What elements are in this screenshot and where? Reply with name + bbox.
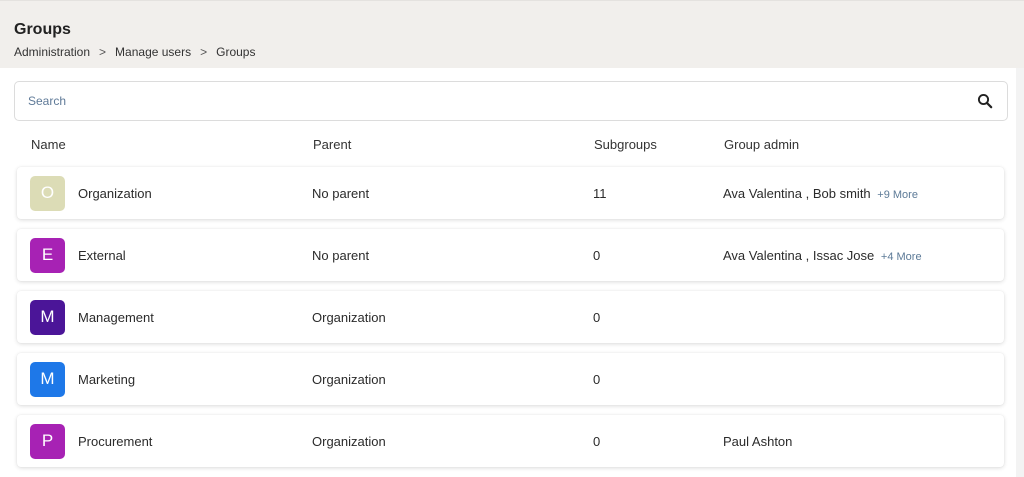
avatar: M: [30, 361, 65, 397]
group-admin: Paul Ashton: [723, 433, 793, 449]
group-admin-cell: Ava Valentina , Issac Jose +4 More: [723, 248, 1004, 263]
search-icon[interactable]: [977, 93, 993, 109]
search-box: [14, 81, 1008, 121]
breadcrumb-manage-users[interactable]: Manage users: [115, 45, 191, 59]
avatar: E: [30, 237, 65, 273]
page-title: Groups: [14, 21, 71, 38]
breadcrumb-separator: >: [200, 45, 208, 59]
breadcrumb-separator: >: [99, 45, 107, 59]
group-name: Procurement: [78, 433, 153, 449]
group-parent: No parent: [312, 247, 370, 263]
group-parent: Organization: [312, 371, 386, 387]
search-input[interactable]: [28, 94, 928, 108]
group-admin-cell: Paul Ashton: [723, 434, 1004, 449]
group-subgroups: 11: [593, 185, 607, 201]
group-name-cell: O Organization: [17, 175, 312, 211]
group-name: Management: [78, 309, 154, 325]
group-subgroups: 0: [593, 433, 601, 449]
avatar: O: [30, 175, 65, 211]
table-row[interactable]: O Organization No parent 11 Ava Valentin…: [17, 167, 1004, 219]
group-subgroups: 0: [593, 247, 601, 263]
column-header-subgroups: Subgroups: [594, 137, 657, 152]
table-row[interactable]: M Marketing Organization 0: [17, 353, 1004, 405]
table-row[interactable]: M Management Organization 0: [17, 291, 1004, 343]
group-name: Organization: [78, 185, 152, 201]
group-subgroups: 0: [593, 371, 601, 387]
table-header: Name Parent Subgroups Group admin: [14, 122, 1007, 167]
group-parent: Organization: [312, 433, 386, 449]
avatar: M: [30, 299, 65, 335]
table-row[interactable]: E External No parent 0 Ava Valentina , I…: [17, 229, 1004, 281]
groups-list: O Organization No parent 11 Ava Valentin…: [14, 167, 1007, 467]
more-admins-link[interactable]: +9 More: [877, 189, 918, 201]
more-admins-link[interactable]: +4 More: [881, 251, 922, 263]
group-name-cell: M Management: [17, 299, 312, 335]
group-name-cell: E External: [17, 237, 312, 273]
main-content: Name Parent Subgroups Group admin O Orga…: [0, 68, 1024, 467]
group-subgroups: 0: [593, 309, 601, 325]
page-header: Groups Administration > Manage users > G…: [0, 0, 1024, 68]
group-name-cell: P Procurement: [17, 423, 312, 459]
scrollbar[interactable]: [1016, 68, 1024, 477]
breadcrumb-groups: Groups: [216, 45, 256, 59]
column-header-parent: Parent: [313, 137, 352, 152]
group-admin-cell: Ava Valentina , Bob smith +9 More: [723, 186, 1004, 201]
breadcrumb-administration[interactable]: Administration: [14, 45, 90, 59]
avatar: P: [30, 423, 65, 459]
breadcrumb: Administration > Manage users > Groups: [14, 45, 1010, 59]
group-name-cell: M Marketing: [17, 361, 312, 397]
group-admin: Ava Valentina , Bob smith: [723, 185, 871, 201]
group-name: Marketing: [78, 371, 136, 387]
column-header-group-admin: Group admin: [724, 137, 800, 152]
group-admin: Ava Valentina , Issac Jose: [723, 247, 875, 263]
column-header-name: Name: [31, 137, 66, 152]
group-name: External: [78, 247, 126, 263]
group-parent: No parent: [312, 185, 370, 201]
group-parent: Organization: [312, 309, 386, 325]
table-row[interactable]: P Procurement Organization 0 Paul Ashton: [17, 415, 1004, 467]
